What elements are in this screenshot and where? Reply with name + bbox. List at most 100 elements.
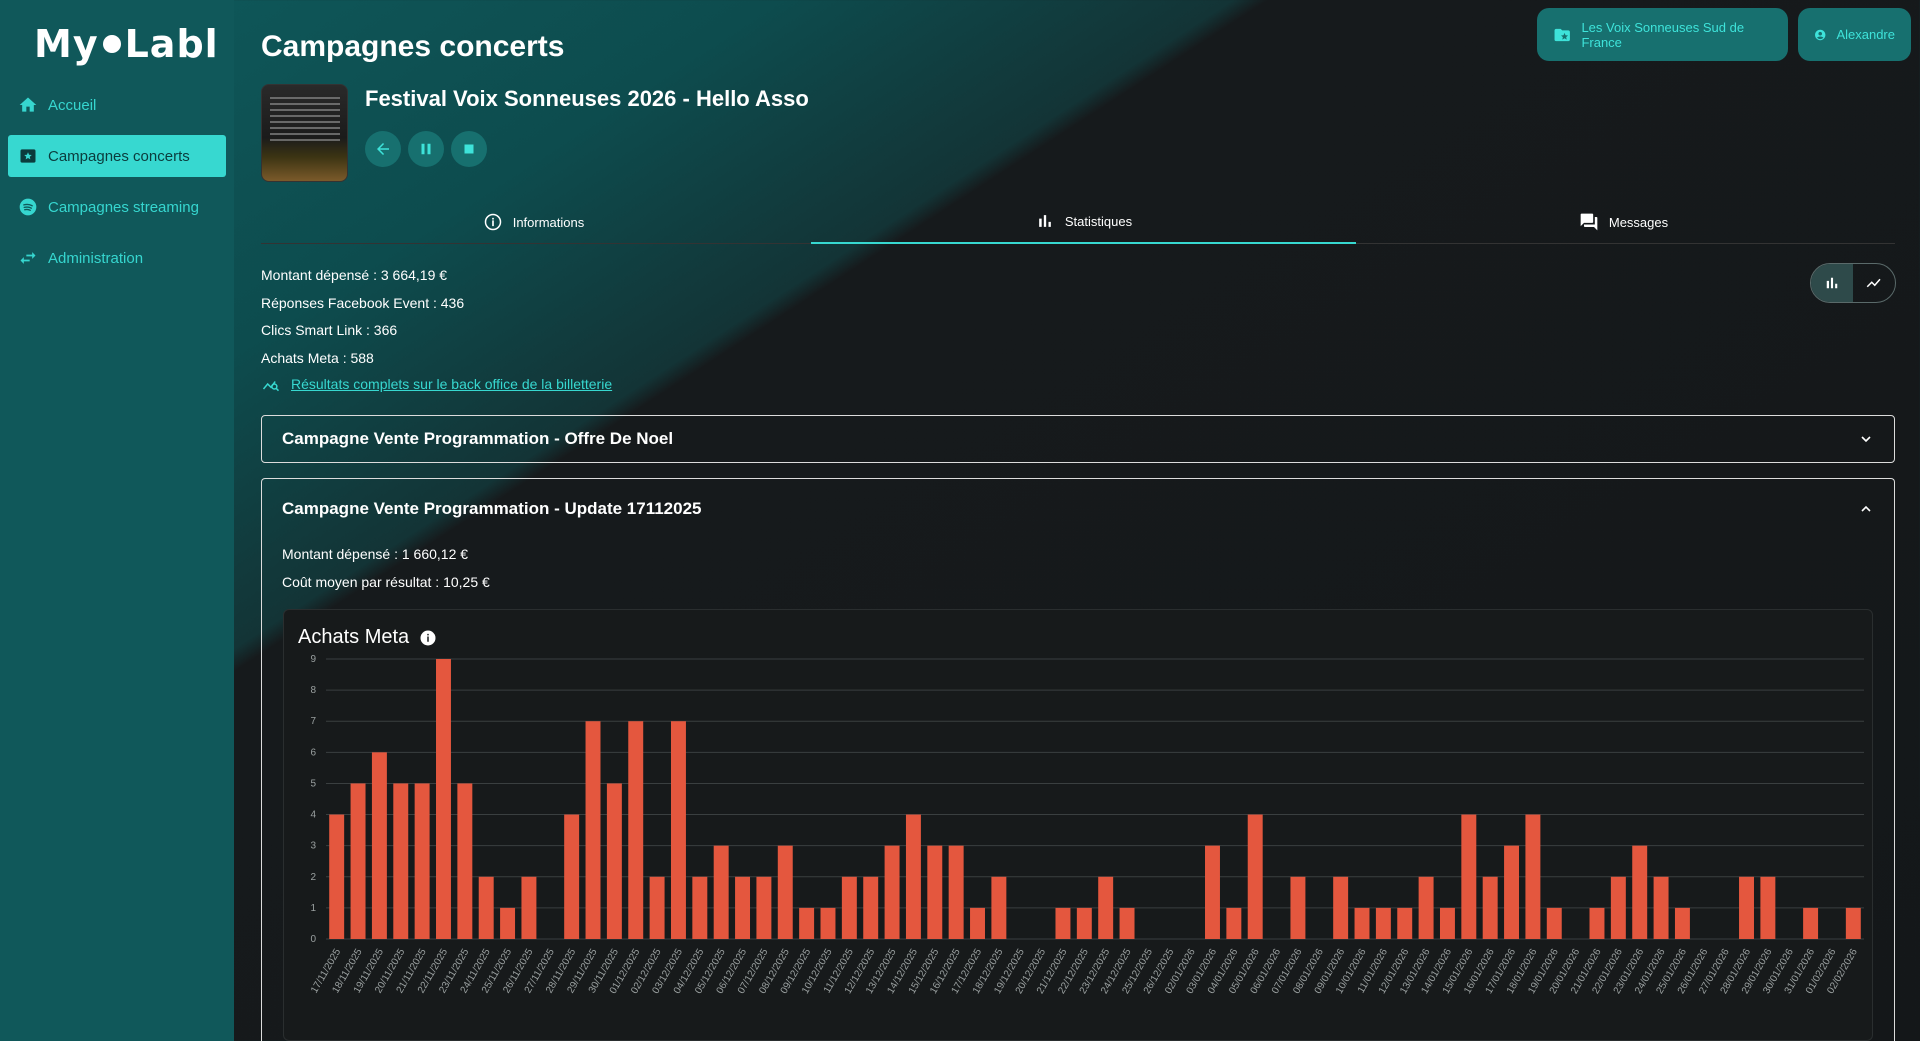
pause-button[interactable] [408,131,444,167]
sidebar-item-campagnes-concerts[interactable]: Campagnes concerts [8,135,226,177]
chart-bar[interactable] [799,907,815,939]
chart-bar[interactable] [1375,907,1391,939]
chart-bar[interactable] [670,721,686,939]
chart-bar[interactable] [1098,876,1114,939]
query-stats-icon [262,381,280,392]
star-box-icon [18,146,38,166]
page-title: Campagnes concerts [261,30,565,63]
tab-informations[interactable]: Informations [261,200,806,244]
chart-bar[interactable] [371,752,387,939]
chart-bar[interactable] [1076,907,1092,939]
logo-disc-icon [102,34,121,53]
chart-bar[interactable] [777,845,793,939]
tab-label: Informations [512,214,585,230]
chart-bar[interactable] [1205,845,1220,939]
arrow-left-icon [377,143,389,155]
y-tick-label: 3 [310,841,316,852]
y-tick-label: 8 [310,685,316,696]
info-icon [484,213,501,231]
chart-bar[interactable] [606,783,622,939]
chart-bar[interactable] [1525,814,1541,939]
chart-bar[interactable] [329,814,345,939]
chart-bar[interactable] [478,876,494,939]
chart-bar[interactable] [735,876,751,939]
panel-title: Campagne Vente Programmation - Update 17… [282,499,702,518]
chart-bar[interactable] [1226,907,1242,939]
chart-bar[interactable] [863,876,879,939]
chart-bar[interactable] [970,907,985,939]
chart-bar[interactable] [628,721,644,939]
chart-bar[interactable] [1739,876,1754,939]
chart-bar[interactable] [414,783,430,939]
chart-bar[interactable] [1461,814,1477,939]
panel-header[interactable]: Campagne Vente Programmation - Offre De … [262,416,1894,462]
sidebar-item-administration[interactable]: Administration [8,237,226,279]
chart-bar[interactable] [991,876,1007,939]
chart-bar[interactable] [1504,845,1520,939]
chart-bar[interactable] [393,783,409,939]
chart-bar[interactable] [649,876,665,939]
chart-bar[interactable] [1546,907,1562,939]
chart-bar[interactable] [1119,907,1135,939]
chart-bar[interactable] [521,876,537,939]
chart-bar[interactable] [585,721,601,939]
chart-bar[interactable] [692,876,708,939]
chart-bar[interactable] [1653,876,1669,939]
chart-bar[interactable] [927,845,943,939]
global-stats: Montant dépensé : 3 664,19 € Réponses Fa… [261,262,464,372]
chart-bar[interactable] [756,876,772,939]
tab-statistiques[interactable]: Statistiques [811,200,1356,244]
chart-bar[interactable] [1354,907,1370,939]
chart-bar[interactable] [1418,876,1434,939]
chart-bar[interactable] [1333,876,1349,939]
sidebar: My Labl Accueil Campagnes concerts Campag… [0,0,234,1041]
y-tick-label: 2 [310,872,316,883]
chart-bar[interactable] [1610,876,1626,939]
back-button[interactable] [365,131,401,167]
line-view-button[interactable] [1853,264,1895,302]
chart-bar[interactable] [1439,907,1455,939]
user-name: Alexandre [1836,27,1895,42]
chart-bar[interactable] [1247,814,1263,939]
organization-button[interactable]: Les Voix Sonneuses Sud de France [1537,8,1788,61]
chart-bar[interactable] [820,907,836,939]
user-button[interactable]: Alexandre [1798,8,1911,61]
chevron-up-icon [1861,505,1871,512]
chart-bar[interactable] [457,783,473,939]
chart-bar[interactable] [1632,845,1648,939]
panel-header[interactable]: Campagne Vente Programmation - Update 17… [262,479,1894,539]
chart-bar[interactable] [1397,907,1413,939]
sidebar-item-accueil[interactable]: Accueil [8,84,226,126]
chart-bar[interactable] [1482,876,1498,939]
link-text: Résultats complets sur le back office de… [291,376,613,392]
chart-bar[interactable] [948,845,964,939]
stop-button[interactable] [451,131,487,167]
pause-icon [421,143,431,155]
y-tick-label: 5 [310,778,316,789]
chart-bar[interactable] [1055,907,1071,939]
chart-bar[interactable] [1290,876,1306,939]
chart-bar[interactable] [713,845,729,939]
chart-title: Achats Meta [298,626,410,648]
chart-bar[interactable] [1803,907,1819,939]
chart-bar[interactable] [500,907,516,939]
bar-view-button[interactable] [1811,264,1853,302]
chart-bar[interactable] [905,814,921,939]
chart-bar[interactable] [1760,876,1776,939]
chart-bar[interactable] [1845,907,1861,939]
chart-bar[interactable] [884,845,900,939]
chart-bar[interactable] [350,783,366,939]
chart-bar[interactable] [841,876,857,939]
tab-messages[interactable]: Messages [1351,200,1896,244]
chevron-down-icon [1861,436,1871,443]
ticketing-results-link[interactable]: Résultats complets sur le back office de… [261,374,612,394]
sidebar-item-campagnes-streaming[interactable]: Campagnes streaming [8,186,226,228]
chart-bar[interactable] [1674,907,1690,939]
chart-bar[interactable] [436,659,451,939]
chart-bar[interactable] [1589,907,1605,939]
account-circle-icon [1815,29,1826,40]
app-logo[interactable]: My Labl [34,22,219,66]
chart-bar[interactable] [564,814,580,939]
info-icon[interactable] [419,629,437,647]
campaign-tabs: Informations Statistiques Messages [261,200,1895,244]
